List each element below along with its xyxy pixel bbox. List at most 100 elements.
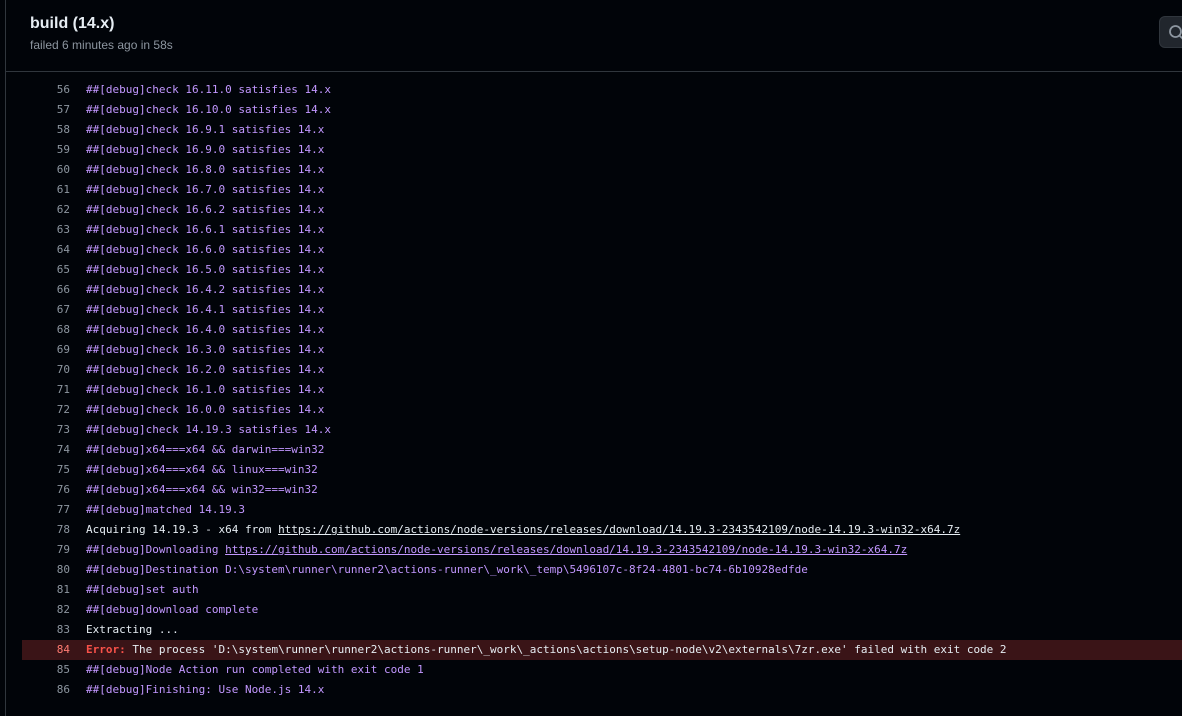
line-number-link[interactable]: 73 [22,420,70,440]
log-message: ##[debug]check 16.7.0 satisfies 14.x [86,183,325,196]
log-message: ##[debug]check 16.10.0 satisfies 14.x [86,103,332,116]
log-line: 80 ##[debug]Destination D:\system\runner\… [22,560,1182,580]
line-number-link[interactable]: 59 [22,140,70,160]
log-message: ##[debug]x64===x64 && win32===win32 [86,483,318,496]
log-message: ##[debug]check 16.6.1 satisfies 14.x [86,223,325,236]
line-number-link[interactable]: 70 [22,360,70,380]
log-message: ##[debug]check 16.5.0 satisfies 14.x [86,263,325,276]
log-line-text: Error: The process 'D:\system\runner\run… [86,640,1007,660]
line-number-link[interactable]: 56 [22,80,70,100]
line-number-link[interactable]: 57 [22,100,70,120]
line-number-link[interactable]: 83 [22,620,70,640]
log-message: The process 'D:\system\runner\runner2\ac… [125,643,1007,656]
log-line: 61 ##[debug]check 16.7.0 satisfies 14.x [22,180,1182,200]
log-line: 85 ##[debug]Node Action run completed wit… [22,660,1182,680]
line-number-link[interactable]: 61 [22,180,70,200]
log-line: 81 ##[debug]set auth [22,580,1182,600]
job-log-page: build (14.x) failed 6 minutes ago in 58s… [0,0,1182,716]
log-line: 83 Extracting ... [22,620,1182,640]
line-number-link[interactable]: 65 [22,260,70,280]
line-number-link[interactable]: 86 [22,680,70,700]
log-line-text: ##[debug]x64===x64 && linux===win32 [86,460,318,480]
error-label: Error: [86,643,126,656]
log-message: ##[debug]check 16.4.1 satisfies 14.x [86,303,325,316]
log-message: ##[debug]download complete [86,603,259,616]
line-number-link[interactable]: 64 [22,240,70,260]
log-line-text: ##[debug]check 16.6.1 satisfies 14.x [86,220,324,240]
log-line-text: ##[debug]check 16.10.0 satisfies 14.x [86,100,331,120]
line-number-link[interactable]: 66 [22,280,70,300]
line-number-link[interactable]: 67 [22,300,70,320]
log-line: 64 ##[debug]check 16.6.0 satisfies 14.x [22,240,1182,260]
line-number-link[interactable]: 72 [22,400,70,420]
line-number-link[interactable]: 74 [22,440,70,460]
log-message: ##[debug]matched 14.19.3 [86,503,245,516]
job-title: build (14.x) [30,15,115,32]
log-message: ##[debug]Downloading [86,543,226,556]
download-link[interactable]: https://github.com/actions/node-versions… [278,523,960,536]
log-message: ##[debug]check 16.4.0 satisfies 14.x [86,323,325,336]
log-line-text: ##[debug]check 16.8.0 satisfies 14.x [86,160,324,180]
log-line: 56 ##[debug]check 16.11.0 satisfies 14.x [22,80,1182,100]
search-logs-button[interactable] [1159,16,1182,48]
log-line-text: ##[debug]check 16.2.0 satisfies 14.x [86,360,324,380]
log-line: 75 ##[debug]x64===x64 && linux===win32 [22,460,1182,480]
line-number-link[interactable]: 77 [22,500,70,520]
line-number-link[interactable]: 71 [22,380,70,400]
log-line: 57 ##[debug]check 16.10.0 satisfies 14.x [22,100,1182,120]
log-message: ##[debug]x64===x64 && linux===win32 [86,463,318,476]
download-link[interactable]: https://github.com/actions/node-versions… [225,543,907,556]
line-number-link[interactable]: 60 [22,160,70,180]
log-line-text: ##[debug]check 16.6.2 satisfies 14.x [86,200,324,220]
job-header: build (14.x) failed 6 minutes ago in 58s [6,0,1182,72]
log-line-text: ##[debug]check 16.4.2 satisfies 14.x [86,280,324,300]
line-number-link[interactable]: 63 [22,220,70,240]
log-line-text: ##[debug]check 16.4.1 satisfies 14.x [86,300,324,320]
line-number-link[interactable]: 79 [22,540,70,560]
sidebar-divider [5,0,6,716]
log-line: 66 ##[debug]check 16.4.2 satisfies 14.x [22,280,1182,300]
log-line: 59 ##[debug]check 16.9.0 satisfies 14.x [22,140,1182,160]
log-message: ##[debug]check 16.0.0 satisfies 14.x [86,403,325,416]
log-line: 69 ##[debug]check 16.3.0 satisfies 14.x [22,340,1182,360]
line-number-link[interactable]: 85 [22,660,70,680]
log-line: 82 ##[debug]download complete [22,600,1182,620]
log-line: 60 ##[debug]check 16.8.0 satisfies 14.x [22,160,1182,180]
line-number-link[interactable]: 69 [22,340,70,360]
log-message: ##[debug]set auth [86,583,199,596]
log-line: 62 ##[debug]check 16.6.2 satisfies 14.x [22,200,1182,220]
line-number-link[interactable]: 68 [22,320,70,340]
log-message: ##[debug]check 16.1.0 satisfies 14.x [86,383,325,396]
log-line-text: ##[debug]check 16.0.0 satisfies 14.x [86,400,324,420]
log-line-text: ##[debug]Downloading https://github.com/… [86,540,907,560]
log-line-text: ##[debug]check 16.9.1 satisfies 14.x [86,120,324,140]
log-line-text: ##[debug]check 16.4.0 satisfies 14.x [86,320,324,340]
log-line-text: ##[debug]Destination D:\system\runner\ru… [86,560,808,580]
line-number-link[interactable]: 62 [22,200,70,220]
line-number-link[interactable]: 80 [22,560,70,580]
log-message: ##[debug]check 14.19.3 satisfies 14.x [86,423,332,436]
line-number-link[interactable]: 76 [22,480,70,500]
log-message: ##[debug]check 16.4.2 satisfies 14.x [86,283,325,296]
log-line: 76 ##[debug]x64===x64 && win32===win32 [22,480,1182,500]
log-line-text: ##[debug]check 14.19.3 satisfies 14.x [86,420,331,440]
log-line-text: ##[debug]check 16.3.0 satisfies 14.x [86,340,324,360]
line-number-link[interactable]: 78 [22,520,70,540]
log-line-text: ##[debug]Node Action run completed with … [86,660,424,680]
log-message: ##[debug]x64===x64 && darwin===win32 [86,443,325,456]
line-number-link[interactable]: 58 [22,120,70,140]
log-line: 67 ##[debug]check 16.4.1 satisfies 14.x [22,300,1182,320]
log-output: 56 ##[debug]check 16.11.0 satisfies 14.x 5… [22,80,1182,700]
line-number-link[interactable]: 82 [22,600,70,620]
log-line: 77 ##[debug]matched 14.19.3 [22,500,1182,520]
log-message: ##[debug]Finishing: Use Node.js 14.x [86,683,325,696]
log-message: ##[debug]Node Action run completed with … [86,663,424,676]
line-number-link[interactable]: 84 [22,640,70,660]
log-line-text: ##[debug]Finishing: Use Node.js 14.x [86,680,324,700]
line-number-link[interactable]: 81 [22,580,70,600]
log-line-text: ##[debug]check 16.11.0 satisfies 14.x [86,80,331,100]
log-message: ##[debug]check 16.9.0 satisfies 14.x [86,143,325,156]
log-line-error: 84 Error: The process 'D:\system\runner\r… [22,640,1182,660]
line-number-link[interactable]: 75 [22,460,70,480]
log-message: ##[debug]Destination D:\system\runner\ru… [86,563,808,576]
